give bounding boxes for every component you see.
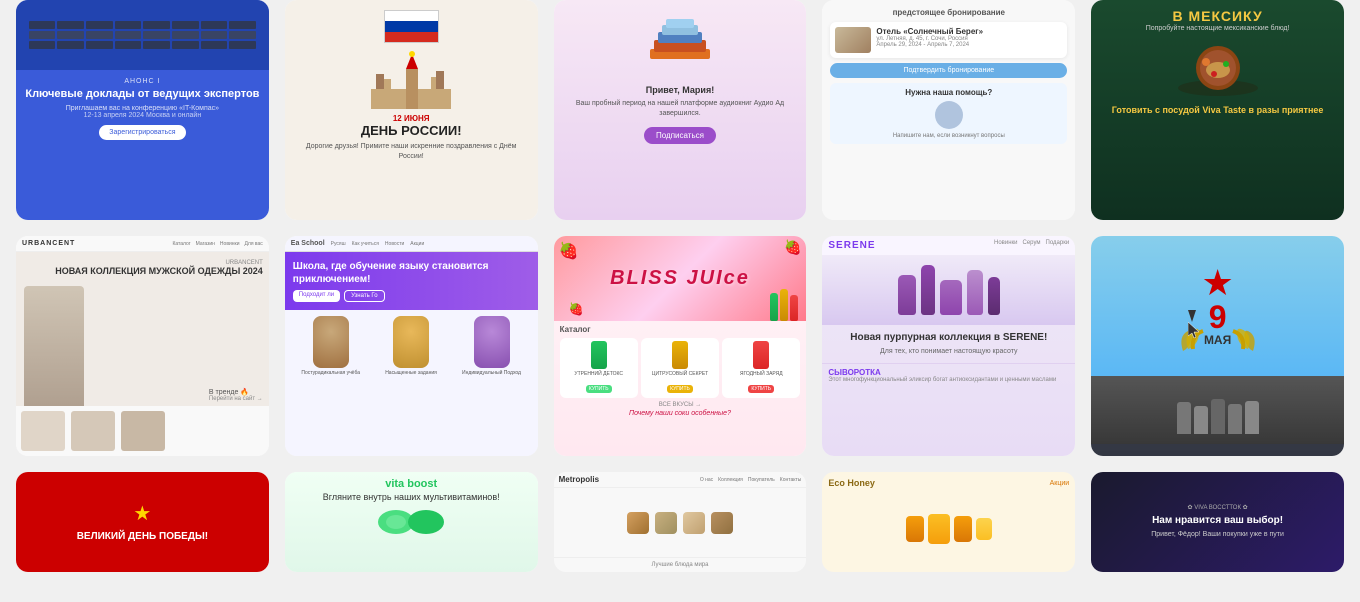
course-label-1: Постурадикальная учёба bbox=[301, 370, 360, 376]
mexico-subtitle: Попробуйте настоящие мексиканские блюд! bbox=[1146, 24, 1290, 34]
vita-capsule-illustration bbox=[376, 508, 446, 541]
card-books[interactable]: Привет, Мария! Ваш пробный период на наш… bbox=[554, 0, 807, 220]
metro-nav[interactable]: Контакты bbox=[780, 477, 802, 483]
bliss-product-2[interactable]: ЦИТРУСОВЫЙ СЕКРЕТ КУПИТЬ bbox=[641, 338, 719, 398]
may9-star: ★ bbox=[1201, 265, 1233, 301]
serene-serum-desc: Этот многофункциональный эликсир богат а… bbox=[828, 377, 1069, 385]
eco-honey-nav[interactable]: Акции bbox=[1050, 480, 1070, 487]
hotel-heading: предстоящее бронирование bbox=[830, 8, 1067, 17]
card-grid-row3: ★ ВЕЛИКИЙ ДЕНЬ ПОБЕДЫ! vita boost Вгляни… bbox=[0, 472, 1360, 588]
mexico-product: Готовить с посудой Viva Taste в разы при… bbox=[1112, 105, 1324, 115]
school-hero-title: Школа, где обучение языку становится при… bbox=[293, 260, 530, 286]
russia-subtext: Дорогие друзья! Примите наши искренние п… bbox=[295, 142, 528, 162]
card-victory-red[interactable]: ★ ВЕЛИКИЙ ДЕНЬ ПОБЕДЫ! bbox=[16, 472, 269, 572]
vita-brand: vita boost bbox=[385, 478, 437, 490]
skin-tagline: Нам нравится ваш выбор! bbox=[1152, 514, 1283, 527]
serene-brand: SERENE bbox=[828, 240, 875, 251]
product-name: ЯГОДНЫЙ ЗАРЯД bbox=[725, 371, 797, 377]
card-russia-day[interactable]: 12 ИЮНЯ ДЕНЬ РОССИИ! Дорогие друзья! При… bbox=[285, 0, 538, 220]
course-label-3: Индивидуальный Подход bbox=[462, 370, 521, 376]
school-btn-primary[interactable]: Подходит ли bbox=[293, 290, 340, 302]
product-btn[interactable]: КУПИТЬ bbox=[586, 385, 612, 393]
bliss-product-1[interactable]: УТРЕННИЙ ДЕТОКС КУПИТЬ bbox=[560, 338, 638, 398]
card-vita-boost[interactable]: vita boost Вгляните внутрь наших мультив… bbox=[285, 472, 538, 572]
card-metropolis[interactable]: Metropolis О нас Коллекция Покупатель Ко… bbox=[554, 472, 807, 572]
bliss-product-3[interactable]: ЯГОДНЫЙ ЗАРЯД КУПИТЬ bbox=[722, 338, 800, 398]
hotel-confirm-btn[interactable]: Подтвердить бронирование bbox=[830, 63, 1067, 78]
school-nav[interactable]: Русяш bbox=[331, 241, 346, 247]
product-btn[interactable]: КУПИТЬ bbox=[667, 385, 693, 393]
card-eco-honey[interactable]: Eco Honey Акции bbox=[822, 472, 1075, 572]
urban-nav-item[interactable]: Для вас bbox=[245, 241, 263, 247]
mexico-food-illustration bbox=[1168, 38, 1268, 103]
victory-star: ★ bbox=[133, 501, 151, 526]
bliss-cta: Почему наши соки особенные? bbox=[560, 410, 801, 417]
hotel-date: Апрель 29, 2024 - Апрель 7, 2024 bbox=[876, 42, 983, 48]
urban-trend-label: В тренде 🔥 bbox=[209, 388, 263, 396]
serene-nav[interactable]: Подарки bbox=[1046, 240, 1070, 251]
card-skin-choice[interactable]: ✿ VIVA ВОССТТОК ✿ Нам нравится ваш выбор… bbox=[1091, 472, 1344, 572]
it-conf-title: Ключевые доклады от ведущих экспертов bbox=[24, 87, 261, 101]
victory-text: ВЕЛИКИЙ ДЕНЬ ПОБЕДЫ! bbox=[77, 530, 208, 543]
school-btn-secondary[interactable]: Узнать Го bbox=[344, 290, 384, 302]
serene-nav[interactable]: Новинки bbox=[994, 240, 1018, 251]
product-name: УТРЕННИЙ ДЕТОКС bbox=[563, 371, 635, 377]
eco-honey-brand: Eco Honey bbox=[828, 478, 875, 488]
it-conf-btn[interactable]: Зарегистрироваться bbox=[99, 125, 185, 140]
serene-serum-label: СЫВОРОТКА bbox=[828, 368, 1069, 377]
serene-collection-text: Новая пурпурная коллекция в SERENE! bbox=[828, 331, 1069, 344]
skin-brand-tag: ✿ VIVA ВОССТТОК ✿ bbox=[1188, 504, 1248, 511]
card-bliss-juice[interactable]: 🍓 🍓 🍓 BLISS JUIce Каталог УТРЕННИЙ ДЕТОК… bbox=[554, 236, 807, 456]
card-mexico-food[interactable]: В МЕКСИКУ Попробуйте настоящие мексиканс… bbox=[1091, 0, 1344, 220]
product-name: ЦИТРУСОВЫЙ СЕКРЕТ bbox=[644, 371, 716, 377]
russia-heading: ДЕНЬ РОССИИ! bbox=[361, 123, 462, 138]
bliss-title: BLISS JUIce bbox=[610, 267, 750, 290]
card-language-school[interactable]: Ea School Русяш Как учиться Новости Акци… bbox=[285, 236, 538, 456]
bliss-catalog-label: Каталог bbox=[560, 325, 801, 334]
card-grid-row2: URBANCENT Каталог Магазин Новинки Для ва… bbox=[0, 236, 1360, 472]
product-btn[interactable]: КУПИТЬ bbox=[748, 385, 774, 393]
card-it-conference[interactable]: АНОНС I Ключевые доклады от ведущих эксп… bbox=[16, 0, 269, 220]
metro-nav[interactable]: О нас bbox=[700, 477, 713, 483]
course-label-2: Насыщенные задания bbox=[385, 370, 437, 376]
urban-collection: НОВАЯ КОЛЛЕКЦИЯ МУЖСКОЙ ОДЕЖДЫ 2024 bbox=[55, 266, 263, 277]
metro-nav[interactable]: Коллекция bbox=[718, 477, 743, 483]
school-nav[interactable]: Как учиться bbox=[352, 241, 379, 247]
school-nav[interactable]: Новости bbox=[385, 241, 404, 247]
it-conf-tag: АНОНС I bbox=[24, 78, 261, 85]
urban-nav-item[interactable]: Каталог bbox=[172, 241, 190, 247]
card-grid-row1: АНОНС I Ключевые доклады от ведущих эксп… bbox=[0, 0, 1360, 236]
urban-logo: URBANCENT bbox=[22, 240, 75, 247]
school-nav[interactable]: Акции bbox=[410, 241, 424, 247]
urban-see-more[interactable]: Перейти на сайт → bbox=[209, 396, 263, 402]
hotel-name: Отель «Солнечный Берег» bbox=[876, 27, 983, 36]
school-logo: Ea School bbox=[291, 240, 325, 247]
skin-sub: Привет, Фёдор! Ваши покупки уже в пути bbox=[1151, 530, 1284, 540]
hotel-card: Отель «Солнечный Берег» ул. Летняя, д. 4… bbox=[830, 22, 1067, 58]
russia-date: 12 ИЮНЯ bbox=[393, 114, 430, 123]
books-cta[interactable]: Подписаться bbox=[644, 127, 716, 144]
card-urban-fashion[interactable]: URBANCENT Каталог Магазин Новинки Для ва… bbox=[16, 236, 269, 456]
card-may9-victory[interactable]: ★ 9 МАЯ bbox=[1091, 236, 1344, 456]
it-conf-subdesc: 12-13 апреля 2024 Москва и онлайн bbox=[24, 112, 261, 119]
serene-sub: Для тех, кто понимает настоящую красоту bbox=[828, 347, 1069, 357]
bliss-all-flavors[interactable]: ВСЕ ВКУСЫ → bbox=[560, 402, 801, 408]
kremlin-illustration bbox=[361, 49, 461, 114]
books-body: Ваш пробный период на нашей платформе ау… bbox=[562, 99, 799, 119]
books-illustration bbox=[640, 14, 720, 79]
urban-nav-item[interactable]: Новинки bbox=[220, 241, 240, 247]
serene-nav[interactable]: Серум bbox=[1023, 240, 1041, 251]
books-greeting: Привет, Мария! bbox=[646, 85, 714, 95]
urban-nav-item[interactable]: Магазин bbox=[196, 241, 215, 247]
metropolis-logo: Metropolis bbox=[559, 475, 599, 484]
card-hotel-booking[interactable]: предстоящее бронирование Отель «Солнечны… bbox=[822, 0, 1075, 220]
hotel-support-box: Нужна наша помощь? Напишите нам, если во… bbox=[830, 83, 1067, 144]
card-serene-beauty[interactable]: SERENE Новинки Серум Подарки Новая пурпу… bbox=[822, 236, 1075, 456]
metro-nav[interactable]: Покупатель bbox=[748, 477, 775, 483]
laurel-wreath bbox=[1173, 321, 1263, 366]
vita-heading: Вгляните внутрь наших мультивитаминов! bbox=[323, 492, 500, 504]
russia-flag bbox=[384, 10, 439, 43]
mexico-title: В МЕКСИКУ bbox=[1173, 8, 1263, 24]
